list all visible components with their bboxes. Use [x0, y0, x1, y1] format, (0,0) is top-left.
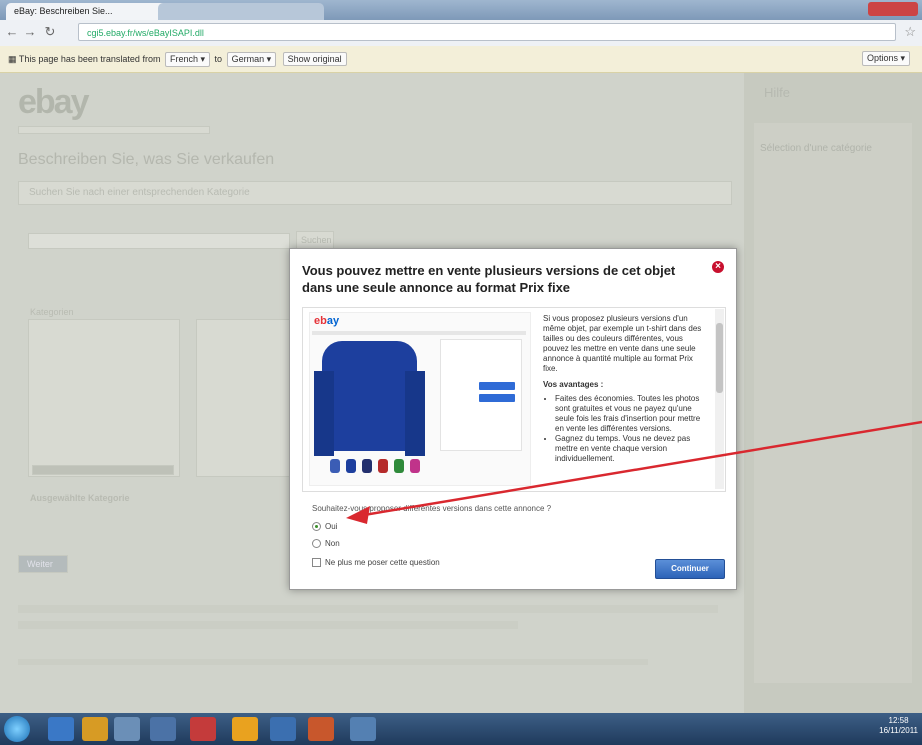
dialog-title: Vous pouvez mettre en vente plusieurs ve… [302, 263, 676, 295]
reload-icon[interactable]: ↻ [42, 24, 58, 40]
translate-options: Options ▾ [860, 51, 912, 66]
tab-ebay-label: eBay: Beschreiben Sie... [14, 6, 113, 16]
explorer-icon[interactable] [114, 717, 140, 741]
translate-bar-content: ▦ This page has been translated from Fre… [8, 52, 349, 67]
translate-prefix: This page has been translated from [18, 54, 161, 64]
shirt-sleeve-right [405, 371, 425, 456]
start-button-icon[interactable] [4, 716, 30, 742]
radio-oui-button[interactable] [312, 522, 321, 532]
windows-taskbar: 12:58 16/11/2011 [0, 713, 922, 745]
tab-ebay[interactable]: eBay: Beschreiben Sie... [6, 3, 170, 20]
translate-to-word: to [214, 54, 223, 64]
close-icon[interactable]: × [712, 261, 724, 273]
show-original-button[interactable]: Show original [282, 52, 347, 66]
translate-to-select[interactable]: German ▾ [226, 52, 277, 67]
radio-oui[interactable]: Oui [312, 522, 338, 532]
forward-icon[interactable]: → [22, 24, 38, 40]
variations-question: Souhaitez-vous proposer différentes vers… [312, 504, 552, 513]
clock[interactable]: 12:58 16/11/2011 [879, 716, 918, 736]
swatch-blue [346, 459, 356, 473]
clock-date: 16/11/2011 [879, 726, 918, 735]
advantages-heading: Vos avantages : [543, 380, 604, 389]
radio-non-button[interactable] [312, 539, 321, 549]
swatch-green [394, 459, 404, 473]
translate-from-lang: French [169, 54, 198, 64]
advantages-list: Faites des économies. Toutes les photos … [543, 394, 703, 464]
window-close-button[interactable] [868, 2, 918, 16]
description-text: Si vous proposez plusieurs versions d'un… [543, 314, 702, 373]
back-icon[interactable]: ← [4, 24, 20, 40]
preview-header-strip [312, 331, 526, 335]
preview-buy-button [479, 382, 515, 390]
toolbar: ← → ↻ cgi5.ebay.fr/ws/eBayISAPI.dll ☆ [0, 20, 922, 47]
address-bar-url: cgi5.ebay.fr/ws/eBayISAPI.dll [87, 28, 204, 38]
powerpoint-icon[interactable] [308, 717, 334, 741]
translate-to-lang: German [231, 54, 265, 64]
dialog-scrollbar-thumb[interactable] [716, 323, 723, 393]
advantage-item: Gagnez du temps. Vous ne devez pas mettr… [555, 434, 703, 464]
dont-ask-again[interactable]: Ne plus me poser cette question [312, 558, 440, 568]
translate-options-button[interactable]: Options ▾ [861, 51, 910, 66]
swatch-pink [410, 459, 420, 473]
shirt-sleeve-left [314, 371, 334, 456]
system-tray [620, 720, 920, 738]
address-bar[interactable]: cgi5.ebay.fr/ws/eBayISAPI.dll [78, 23, 896, 41]
translate-options-label: Options [866, 53, 898, 63]
swatch-navy [362, 459, 372, 473]
translate-from-select[interactable]: French ▾ [164, 52, 211, 67]
preview-ebay-logo: ebay [314, 315, 340, 327]
translate-icon: ▦ [8, 54, 17, 64]
swatch-red [378, 459, 388, 473]
advantage-item: Faites des économies. Toutes les photos … [555, 394, 703, 434]
radio-non[interactable]: Non [312, 539, 340, 549]
asa-app-icon[interactable] [190, 717, 216, 741]
shirt-image [314, 341, 425, 456]
preview-side-panel [440, 339, 522, 451]
office-icon[interactable] [82, 717, 108, 741]
star-icon[interactable]: ☆ [904, 24, 916, 40]
browser-tab-strip: eBay: Beschreiben Sie... [0, 0, 922, 20]
dialog-scrollbar[interactable] [715, 309, 724, 489]
lync-icon[interactable] [270, 717, 296, 741]
ie-icon[interactable] [48, 717, 74, 741]
variations-dialog: Vous pouvez mettre en vente plusieurs ve… [289, 248, 737, 590]
continue-button[interactable]: Continuer [655, 559, 725, 579]
dialog-scroll-area[interactable]: ebay Si vous proposez plusieurs versions… [302, 307, 726, 492]
dont-ask-label: Ne plus me poser cette question [325, 558, 440, 567]
radio-oui-label: Oui [325, 522, 338, 531]
preview-cart-button [479, 394, 515, 402]
radio-non-label: Non [325, 539, 340, 548]
chrome-icon[interactable] [232, 717, 258, 741]
dont-ask-checkbox[interactable] [312, 558, 321, 568]
media-icon[interactable] [150, 717, 176, 741]
listing-preview-image: ebay [309, 312, 531, 486]
tab-second[interactable] [158, 3, 324, 20]
clock-time: 12:58 [888, 716, 909, 725]
translate-bar: ▦ This page has been translated from Fre… [0, 46, 922, 73]
app-icon[interactable] [350, 717, 376, 741]
dialog-description: Si vous proposez plusieurs versions d'un… [543, 314, 703, 464]
swatch-blue-light [330, 459, 340, 473]
